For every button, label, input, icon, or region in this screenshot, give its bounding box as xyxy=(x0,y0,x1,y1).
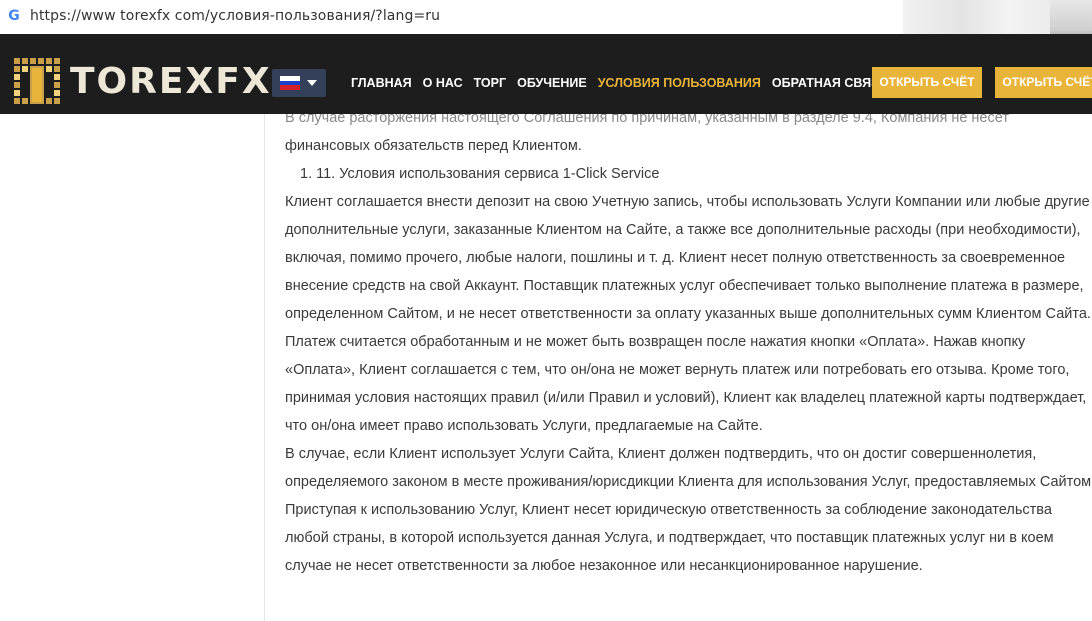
url-text[interactable]: https://www torexfx com/условия-пользова… xyxy=(30,8,440,24)
browser-address-bar[interactable]: G https://www torexfx com/условия-пользо… xyxy=(0,0,1092,50)
google-icon: G xyxy=(8,8,20,24)
paragraph: Клиент соглашается внести депозит на сво… xyxy=(285,194,1091,322)
main-nav: ГЛАВНАЯ О НАС ТОРГ ОБУЧЕНИЕ УСЛОВИЯ ПОЛЬ… xyxy=(351,75,899,91)
blurred-region xyxy=(903,0,1053,34)
open-account-button-secondary[interactable]: ОТКРЫТЬ СЧЁТ xyxy=(995,67,1092,98)
paragraph: В случае, если Клиент использует Услуги … xyxy=(285,446,1092,490)
logo-icon[interactable] xyxy=(12,56,62,108)
nav-education[interactable]: ОБУЧЕНИЕ xyxy=(517,75,587,91)
nav-feedback[interactable]: ОБРАТНАЯ СВЯЗЬ xyxy=(772,75,888,91)
language-selector[interactable] xyxy=(272,69,326,97)
terms-text: В случае расторжения настоящего Соглашен… xyxy=(285,114,1092,580)
chevron-down-icon xyxy=(307,80,317,86)
nav-about[interactable]: О НАС xyxy=(423,75,463,91)
clipped-text-line: В случае расторжения настоящего Соглашен… xyxy=(285,114,1009,126)
russian-flag-icon xyxy=(280,76,300,91)
paragraph-end: финансовых обязательств перед Клиентом. xyxy=(285,138,582,154)
paragraph: Приступая к использованию Услуг, Клиент … xyxy=(285,502,1054,574)
site-header: TOREXFX ГЛАВНАЯ О НАС ТОРГ ОБУЧЕНИЕ УСЛО… xyxy=(0,34,1092,114)
list-item: 1. 11. Условия использования сервиса 1-C… xyxy=(300,166,660,182)
content-divider xyxy=(264,114,265,621)
page-content: В случае расторжения настоящего Соглашен… xyxy=(0,114,1092,621)
nav-trade[interactable]: ТОРГ xyxy=(474,75,506,91)
paragraph: Платеж считается обработанным и не может… xyxy=(285,334,1087,434)
nav-terms[interactable]: УСЛОВИЯ ПОЛЬЗОВАНИЯ xyxy=(598,75,761,91)
logo-text[interactable]: TOREXFX xyxy=(70,62,272,102)
open-account-button[interactable]: ОТКРЫТЬ СЧЁТ xyxy=(872,67,982,98)
nav-home[interactable]: ГЛАВНАЯ xyxy=(351,75,412,91)
